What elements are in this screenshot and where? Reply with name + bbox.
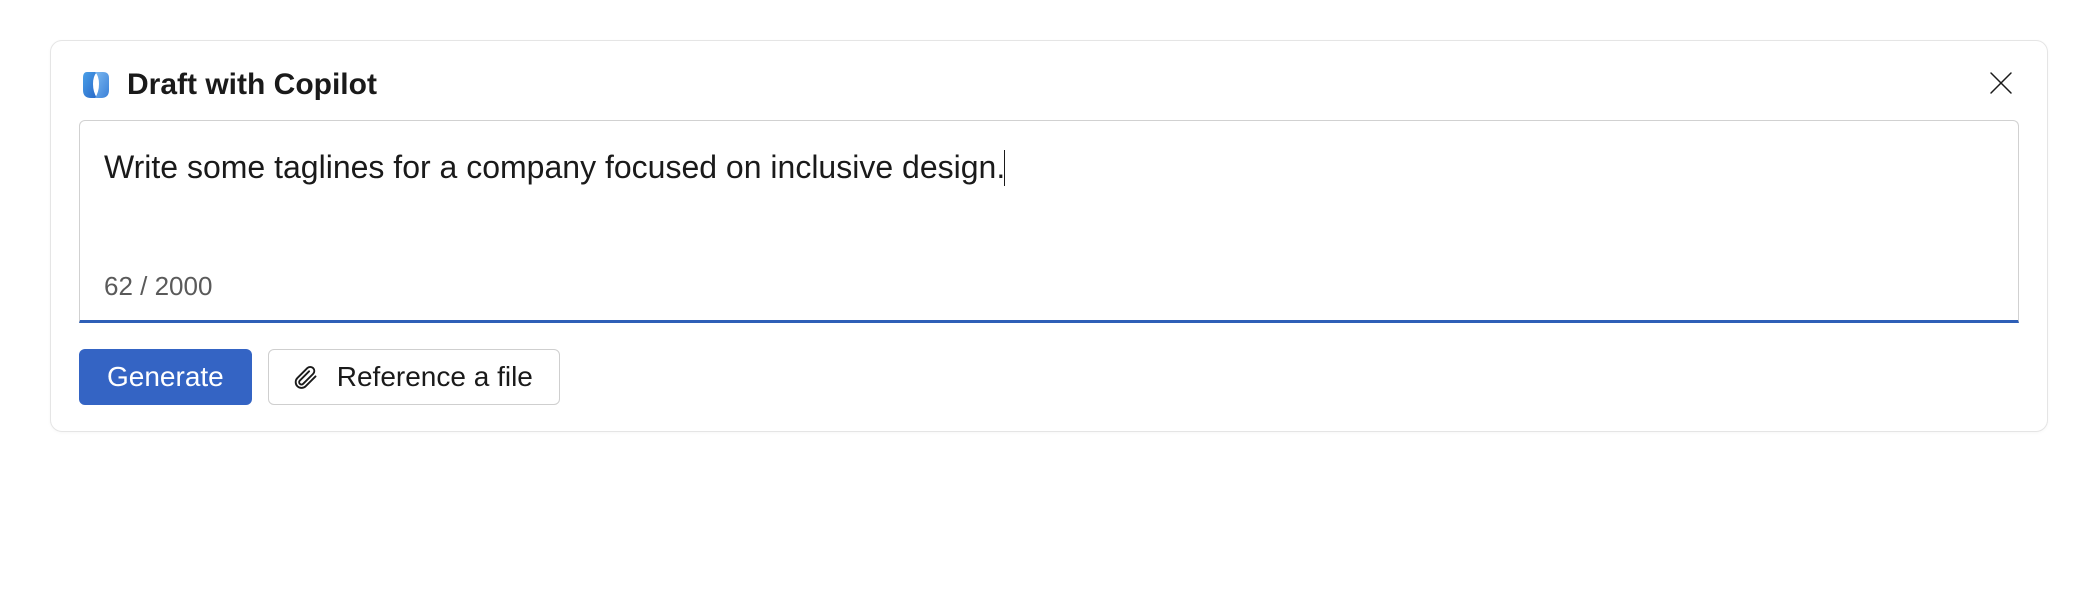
reference-file-label: Reference a file: [337, 361, 533, 393]
copilot-icon: [79, 68, 113, 102]
copilot-draft-dialog: Draft with Copilot Write some taglines f…: [50, 40, 2048, 432]
dialog-header: Draft with Copilot: [79, 65, 2019, 104]
reference-file-button[interactable]: Reference a file: [268, 349, 560, 405]
prompt-input[interactable]: Write some taglines for a company focuse…: [79, 120, 2019, 323]
prompt-text-value: Write some taglines for a company focuse…: [104, 149, 1005, 185]
dialog-footer: Generate Reference a file: [79, 349, 2019, 405]
text-caret: [1004, 150, 1005, 186]
header-left: Draft with Copilot: [79, 68, 377, 102]
character-count: 62 / 2000: [104, 271, 1994, 302]
close-icon: [1987, 69, 2015, 100]
generate-button[interactable]: Generate: [79, 349, 252, 405]
close-button[interactable]: [1983, 65, 2019, 104]
paperclip-icon: [291, 363, 319, 391]
prompt-text: Write some taglines for a company focuse…: [104, 145, 1994, 235]
dialog-title: Draft with Copilot: [127, 68, 377, 102]
